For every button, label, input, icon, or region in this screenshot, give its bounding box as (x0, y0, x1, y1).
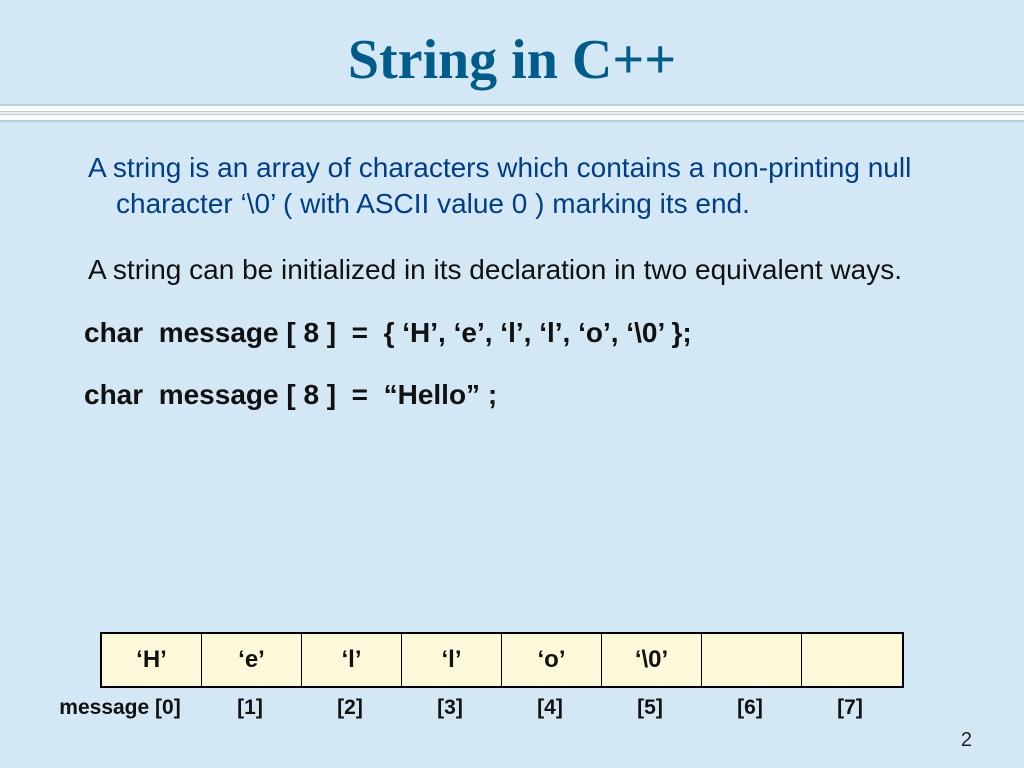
title-divider (0, 104, 1024, 122)
array-cell: ‘o’ (502, 634, 602, 686)
array-index: [1] (200, 696, 300, 720)
paragraph-2: A string can be initialized in its decla… (88, 252, 948, 288)
array-index: [2] (300, 696, 400, 720)
array-index: message [0] (40, 696, 200, 720)
slide: String in C++ A string is an array of ch… (0, 0, 1024, 768)
slide-content: A string is an array of characters which… (70, 150, 954, 411)
array-cell: ‘l’ (302, 634, 402, 686)
slide-title: String in C++ (70, 28, 954, 92)
paragraph-1: A string is an array of characters which… (88, 150, 948, 222)
page-number: 2 (961, 729, 972, 752)
array-index: [7] (800, 696, 900, 720)
array-index-row: message [0] [1] [2] [3] [4] [5] [6] [7] (40, 696, 900, 720)
array-diagram: ‘H’ ‘e’ ‘l’ ‘l’ ‘o’ ‘\0’ message [0] [1]… (100, 632, 954, 720)
array-cells-row: ‘H’ ‘e’ ‘l’ ‘l’ ‘o’ ‘\0’ (100, 632, 904, 688)
array-index: [6] (700, 696, 800, 720)
array-cell: ‘H’ (102, 634, 202, 686)
array-cell (802, 634, 902, 686)
code-line-2: char message [ 8 ] = “Hello” ; (84, 379, 948, 411)
array-cell (702, 634, 802, 686)
array-cell: ‘l’ (402, 634, 502, 686)
array-index: [4] (500, 696, 600, 720)
array-cell: ‘e’ (202, 634, 302, 686)
code-line-1: char message [ 8 ] = { ‘H’, ‘e’, ‘l’, ‘l… (84, 317, 948, 349)
array-cell: ‘\0’ (602, 634, 702, 686)
array-index: [5] (600, 696, 700, 720)
divider-inner (0, 111, 1024, 115)
array-index: [3] (400, 696, 500, 720)
